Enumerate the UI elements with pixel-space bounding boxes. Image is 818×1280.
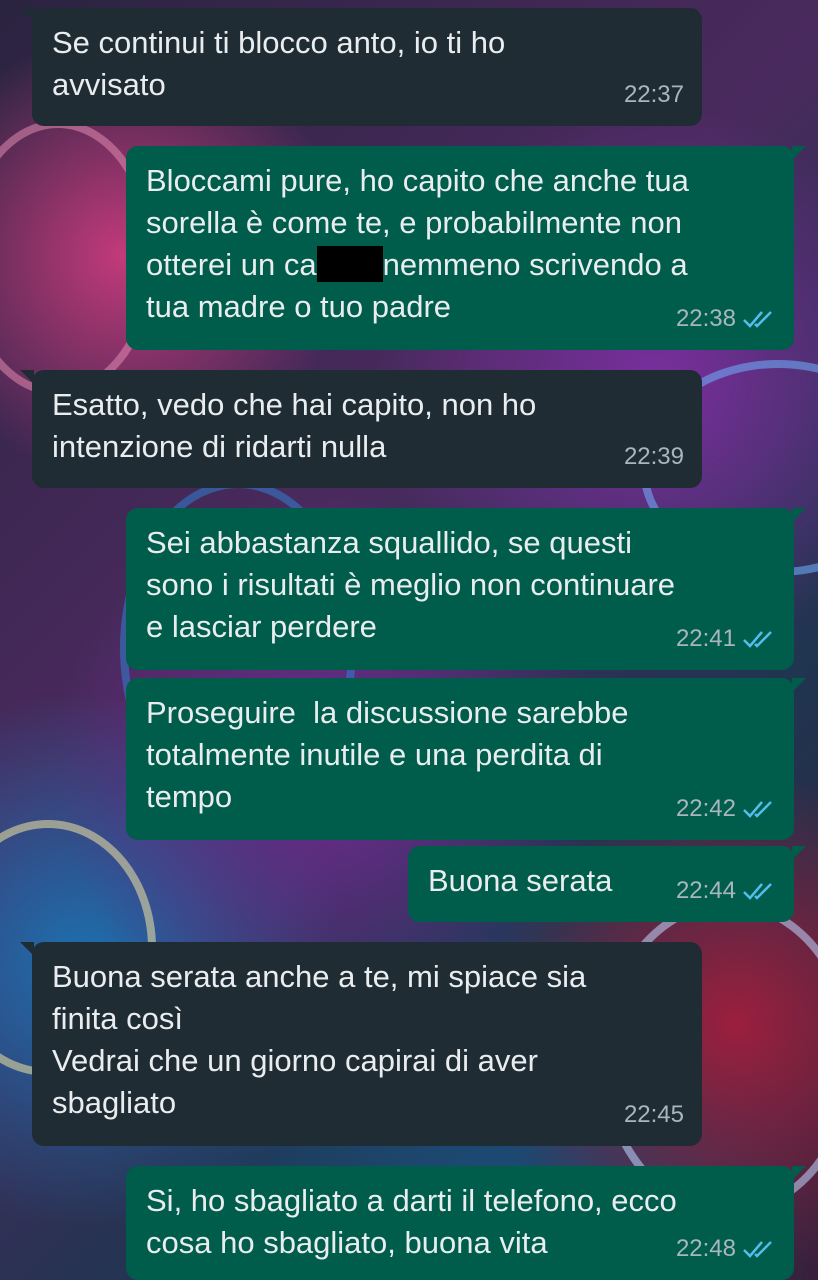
double-check-icon [743,1241,772,1258]
message-bubble-outgoing[interactable]: Proseguire la discussione sarebbe totalm… [126,678,806,840]
message-time: 22:41 [675,625,736,652]
message-bubble-outgoing[interactable]: Buona serata 22:44 [408,846,806,922]
message-time: 22:38 [675,305,736,332]
message-bubble-outgoing[interactable]: Si, ho sbagliato a darti il telefono, ec… [126,1166,806,1280]
message-bubble-outgoing[interactable]: Bloccami pure, ho capito che anche tua s… [126,146,806,350]
message-time: 22:45 [623,1101,684,1128]
message-time: 22:42 [675,795,736,822]
message-text: Esatto, vedo che hai capito, non ho inte… [52,387,537,464]
message-text: Buona serata anche a te, mi spiace sia f… [52,959,587,1120]
double-check-icon [743,311,772,328]
double-check-icon [743,631,772,648]
message-bubble-outgoing[interactable]: Sei abbastanza squallido, se questi sono… [126,508,806,670]
message-time: 22:44 [675,877,736,904]
message-bubble-incoming[interactable]: Se continui ti blocco anto, io ti ho avv… [20,8,702,126]
message-time: 22:48 [675,1235,736,1262]
message-time: 22:37 [623,81,684,108]
message-bubble-incoming[interactable]: Buona serata anche a te, mi spiace sia f… [20,942,702,1146]
message-text: Se continui ti blocco anto, io ti ho avv… [52,25,506,102]
double-check-icon [743,883,772,900]
censor-block [316,245,383,282]
double-check-icon [743,801,772,818]
message-time: 22:39 [623,443,684,470]
message-bubble-incoming[interactable]: Esatto, vedo che hai capito, non ho inte… [20,370,702,488]
